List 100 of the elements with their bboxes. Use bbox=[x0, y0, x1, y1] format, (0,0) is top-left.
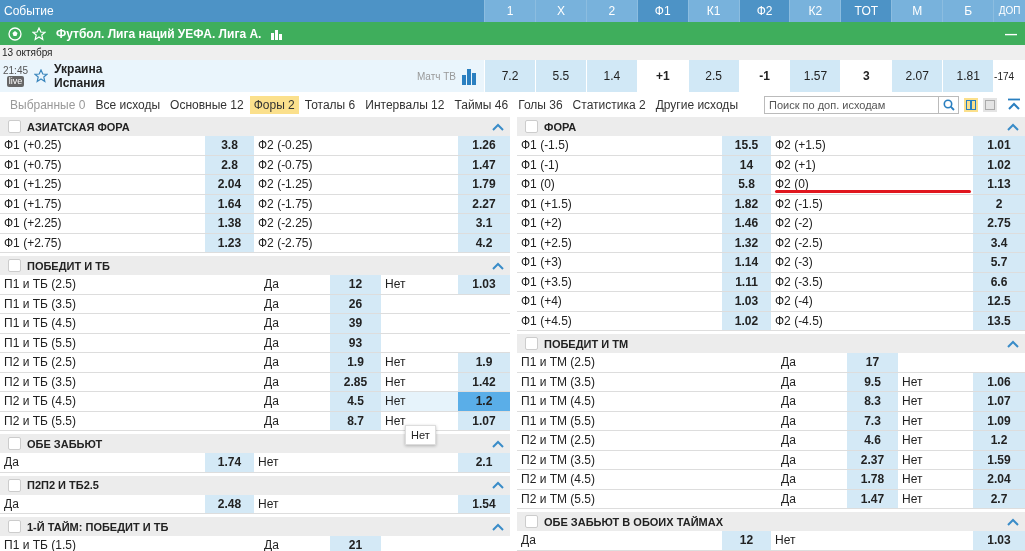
tab[interactable]: Другие исходы bbox=[651, 95, 742, 114]
odds-cell[interactable]: 8.3 bbox=[847, 392, 898, 411]
outcome-label: П2 и ТБ (5.5) bbox=[3, 412, 77, 430]
outcome-label: Да bbox=[263, 276, 280, 293]
caret-button[interactable] bbox=[492, 522, 504, 531]
collapse-all-button[interactable] bbox=[1007, 97, 1021, 112]
odds-cell[interactable]: 1.79 bbox=[458, 175, 510, 194]
outcome-label: Ф2 (-1.75) bbox=[257, 195, 314, 213]
odds-cell[interactable]: 12 bbox=[330, 275, 381, 294]
odds-cell[interactable]: 1.38 bbox=[205, 214, 254, 233]
odds-cell[interactable]: 1.07 bbox=[973, 392, 1025, 411]
odds-cell[interactable]: 1.78 bbox=[847, 470, 898, 489]
outcome-label: Да bbox=[263, 354, 280, 371]
tab[interactable]: Голы 36 bbox=[514, 95, 567, 114]
caret-button[interactable] bbox=[1007, 517, 1019, 526]
odds-cell[interactable]: 12.5 bbox=[973, 292, 1025, 311]
outcome-label: Ф1 (-1.5) bbox=[520, 137, 570, 154]
odds-cell[interactable]: 2.5 bbox=[687, 60, 739, 92]
odds-cell[interactable]: 4.5 bbox=[330, 392, 381, 411]
column-header: М bbox=[891, 0, 943, 22]
outcome-label: Нет bbox=[901, 393, 924, 410]
outcome-label: П1 и ТБ (1.5) bbox=[3, 537, 77, 551]
caret-button[interactable] bbox=[492, 439, 504, 448]
outcome-label: Нет bbox=[257, 495, 280, 513]
odds-cell[interactable]: 21 bbox=[330, 536, 381, 551]
outcome-label: Да bbox=[263, 412, 280, 430]
odds-cell[interactable]: 15.5 bbox=[722, 136, 771, 155]
checkbox[interactable] bbox=[525, 515, 538, 528]
odds-cell[interactable]: 5.5 bbox=[534, 60, 586, 92]
odds-cell[interactable]: 1.74 bbox=[205, 453, 254, 472]
odds-cell[interactable]: 5.7 bbox=[973, 253, 1025, 272]
outcome-label: Ф2 (0) bbox=[774, 176, 810, 193]
caret-button[interactable] bbox=[492, 481, 504, 489]
checkbox[interactable] bbox=[8, 478, 21, 492]
caret-button[interactable] bbox=[492, 261, 504, 270]
outcome-label: Ф2 (+1) bbox=[774, 156, 817, 174]
odds-cell[interactable]: 1.81 bbox=[942, 60, 994, 92]
handicap-value: +1 bbox=[636, 60, 688, 92]
odds-cell[interactable]: 1.14 bbox=[722, 253, 771, 272]
outcome-label: Да bbox=[263, 373, 280, 391]
checkbox[interactable] bbox=[8, 520, 21, 533]
checkbox[interactable] bbox=[525, 337, 538, 350]
star-icon bbox=[34, 69, 49, 83]
search-field[interactable]: Поиск по доп. исходам bbox=[764, 95, 959, 114]
odds-cell[interactable]: 1.9 bbox=[330, 353, 381, 372]
odds-cell[interactable]: 1.26 bbox=[458, 136, 510, 155]
odds-cell[interactable]: 2.75 bbox=[973, 214, 1025, 233]
outcome-label: П2 и ТМ (2.5) bbox=[520, 432, 596, 449]
odds-cell[interactable]: 1.03 bbox=[973, 531, 1025, 550]
odds-cell[interactable]: 1.2 bbox=[458, 392, 510, 411]
odds-cell[interactable]: 1.01 bbox=[973, 136, 1025, 155]
odds-cell[interactable]: 5.8 bbox=[722, 175, 771, 194]
checkbox[interactable] bbox=[525, 120, 538, 133]
search-button[interactable] bbox=[938, 96, 958, 113]
tab[interactable]: Статистика 2 bbox=[568, 95, 650, 114]
odds-cell[interactable]: 3.1 bbox=[458, 214, 510, 233]
tab[interactable]: Таймы 46 bbox=[450, 95, 513, 114]
odds-cell[interactable]: 7.2 bbox=[484, 60, 535, 92]
odds-cell[interactable]: 1.03 bbox=[722, 292, 771, 311]
outcome-label: Да bbox=[780, 393, 797, 410]
tab[interactable]: Тоталы 6 bbox=[300, 95, 360, 114]
odds-cell[interactable]: 1.4 bbox=[585, 60, 637, 92]
odds-cell[interactable]: 2.04 bbox=[973, 470, 1025, 489]
odds-cell[interactable]: 1.9 bbox=[458, 353, 510, 372]
outcome-label: Да bbox=[263, 315, 280, 332]
market-title: ОБЕ ЗАБЬЮТ В ОБОИХ ТАЙМАХ bbox=[544, 515, 724, 528]
checkbox[interactable] bbox=[8, 437, 21, 450]
one-column-view-button[interactable] bbox=[983, 97, 997, 112]
column-header: X bbox=[534, 0, 586, 22]
checkbox[interactable] bbox=[8, 120, 21, 133]
odds-cell[interactable]: 1.03 bbox=[458, 275, 510, 294]
tab[interactable]: Интервалы 12 bbox=[361, 95, 449, 114]
odds-cell[interactable]: 2.1 bbox=[458, 453, 510, 472]
outcome-label: Ф1 (+2) bbox=[520, 215, 563, 232]
odds-cell[interactable]: 1.46 bbox=[722, 214, 771, 233]
odds-cell[interactable]: 2.04 bbox=[205, 175, 254, 194]
odds-cell[interactable]: 3.8 bbox=[205, 136, 254, 155]
odds-cell[interactable]: 1.2 bbox=[973, 431, 1025, 450]
column-header: Б bbox=[942, 0, 994, 22]
tab[interactable]: Форы 2 bbox=[249, 95, 299, 114]
caret-button[interactable] bbox=[1007, 339, 1019, 348]
tab[interactable]: Все исходы bbox=[91, 95, 165, 114]
outcome-label: Да bbox=[780, 354, 797, 371]
outcome-label: Нет bbox=[901, 471, 924, 488]
odds-cell[interactable]: 17 bbox=[847, 353, 898, 372]
outcome-label: Да bbox=[780, 451, 797, 469]
outcome-label: Нет bbox=[384, 354, 407, 371]
bar-chart-icon bbox=[462, 67, 477, 85]
odds-cell[interactable]: 1.13 bbox=[973, 175, 1025, 194]
odds-cell[interactable]: 2.07 bbox=[891, 60, 943, 92]
caret-button[interactable] bbox=[492, 122, 504, 131]
two-column-view-button[interactable] bbox=[964, 97, 978, 112]
caret-button[interactable] bbox=[1007, 122, 1019, 131]
outcome-label: П1 и ТБ (2.5) bbox=[3, 276, 77, 293]
odds-cell[interactable]: 39 bbox=[330, 314, 381, 333]
odds-cell[interactable]: 4.6 bbox=[847, 431, 898, 450]
odds-cell[interactable]: 12 bbox=[722, 531, 771, 550]
odds-cell[interactable]: 1.57 bbox=[789, 60, 841, 92]
checkbox[interactable] bbox=[8, 259, 21, 272]
tab[interactable]: Основные 12 bbox=[166, 95, 248, 114]
